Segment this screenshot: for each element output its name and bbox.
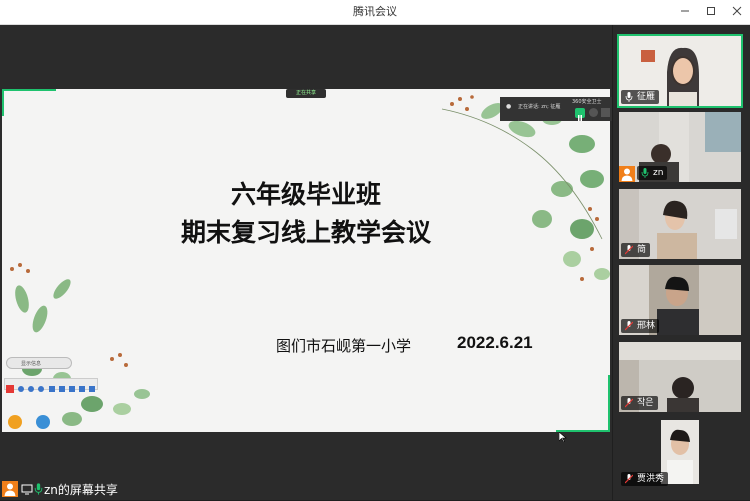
participant-tile[interactable]: 征雁 <box>617 34 743 108</box>
slide-title-line1: 六年级毕业班 <box>230 180 381 209</box>
mic-icon <box>625 92 633 102</box>
mic-active-icon <box>34 483 43 495</box>
screen-share-indicator[interactable]: 正在共享 <box>286 89 326 98</box>
participant-tile[interactable]: 贾洪秀 <box>619 418 741 488</box>
participant-nametag: zn <box>637 166 668 180</box>
slide-date: 2022.6.21 <box>457 333 533 352</box>
participant-nametag: 贾洪秀 <box>621 472 669 486</box>
speaking-status: 正在讲话: zn; 征雁 <box>518 104 561 110</box>
participant-name: 작은 <box>637 398 654 408</box>
host-person-icon <box>4 483 16 496</box>
mic-muted-icon <box>625 474 633 484</box>
ime-toolbar[interactable] <box>4 378 98 393</box>
participant-name: 贾洪秀 <box>637 474 665 484</box>
share-chat-icon[interactable] <box>601 108 610 117</box>
share-frame-corner-tl <box>2 89 56 116</box>
desktop-toolbar-overlay: 显示信息 <box>2 353 98 431</box>
share-settings-icon[interactable] <box>589 108 598 117</box>
ppt-info-pill[interactable]: 显示信息 <box>6 357 72 369</box>
pause-icon <box>578 115 582 121</box>
host-badge <box>619 166 635 182</box>
share-frame-corner-br <box>556 375 610 432</box>
desktop-app-icon[interactable] <box>8 415 22 429</box>
mic-icon: ● <box>506 103 512 110</box>
mic-muted-icon <box>625 245 633 255</box>
browser-icon[interactable] <box>36 415 50 429</box>
maximize-icon[interactable] <box>698 0 724 24</box>
stop-share-label: 360安全卫士 <box>572 99 602 105</box>
participant-tile[interactable]: 작은 <box>619 342 741 412</box>
participant-tile[interactable]: 简 <box>619 189 741 259</box>
participant-name: 简 <box>637 245 647 255</box>
participant-tile[interactable]: zn <box>619 112 741 182</box>
mic-active-icon <box>641 168 649 178</box>
mic-muted-icon <box>625 321 633 331</box>
participant-nametag: 简 <box>621 243 651 257</box>
ppt-info-label: 显示信息 <box>21 361 42 367</box>
slide-title-line2: 期末复习线上教学会议 <box>180 218 431 247</box>
host-person-icon <box>621 168 633 181</box>
window-titlebar: 腾讯会议 <box>0 0 750 25</box>
minimize-icon[interactable] <box>672 0 698 24</box>
screen-share-owner-label: zn的屏幕共享 <box>44 483 118 497</box>
pause-share-button[interactable] <box>575 108 585 121</box>
participant-name: 邢林 <box>637 321 656 331</box>
screen-share-footer: zn的屏幕共享 <box>0 479 130 500</box>
mic-muted-icon <box>625 398 633 408</box>
mouse-cursor-icon <box>559 432 567 442</box>
screen-share-indicator-label: 正在共享 <box>295 90 316 96</box>
participant-nametag: 작은 <box>621 396 658 410</box>
participant-nametag: 征雁 <box>621 90 660 104</box>
screen-share-icon <box>21 484 33 495</box>
slide-school-name: 图们市石岘第一小学 <box>276 337 412 355</box>
participant-name: 征雁 <box>637 92 656 102</box>
participant-tile[interactable]: 邢林 <box>619 265 741 335</box>
participant-name: zn <box>653 168 664 178</box>
ime-toolbar-icons <box>6 385 95 393</box>
window-title: 腾讯会议 <box>353 5 397 18</box>
host-badge <box>2 481 18 497</box>
close-icon[interactable] <box>724 0 750 24</box>
participant-nametag: 邢林 <box>621 319 660 333</box>
